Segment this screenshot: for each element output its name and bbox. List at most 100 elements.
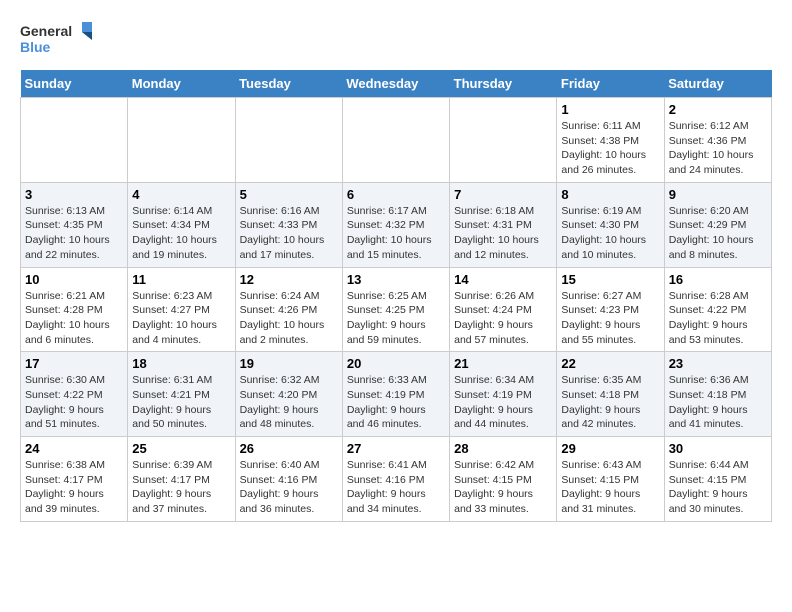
day-number: 27 (347, 441, 445, 456)
cell-info: Sunset: 4:27 PM (132, 303, 230, 318)
cell-info: Sunrise: 6:39 AM (132, 458, 230, 473)
calendar-cell: 17Sunrise: 6:30 AMSunset: 4:22 PMDayligh… (21, 352, 128, 437)
day-header-wednesday: Wednesday (342, 70, 449, 98)
cell-info: Sunset: 4:23 PM (561, 303, 659, 318)
cell-info: Sunset: 4:24 PM (454, 303, 552, 318)
cell-info: Daylight: 10 hours and 17 minutes. (240, 233, 338, 262)
cell-info: Sunset: 4:33 PM (240, 218, 338, 233)
cell-info: Sunset: 4:17 PM (132, 473, 230, 488)
calendar-cell: 8Sunrise: 6:19 AMSunset: 4:30 PMDaylight… (557, 182, 664, 267)
cell-info: Sunrise: 6:13 AM (25, 204, 123, 219)
cell-info: Sunrise: 6:43 AM (561, 458, 659, 473)
cell-info: Sunrise: 6:25 AM (347, 289, 445, 304)
calendar-cell (450, 98, 557, 183)
cell-info: Sunset: 4:38 PM (561, 134, 659, 149)
cell-info: Sunset: 4:30 PM (561, 218, 659, 233)
day-number: 4 (132, 187, 230, 202)
day-number: 17 (25, 356, 123, 371)
cell-info: Daylight: 9 hours and 33 minutes. (454, 487, 552, 516)
cell-info: Sunset: 4:34 PM (132, 218, 230, 233)
cell-info: Sunrise: 6:19 AM (561, 204, 659, 219)
cell-info: Daylight: 10 hours and 12 minutes. (454, 233, 552, 262)
cell-info: Sunset: 4:32 PM (347, 218, 445, 233)
cell-info: Sunset: 4:26 PM (240, 303, 338, 318)
day-number: 28 (454, 441, 552, 456)
cell-info: Sunrise: 6:18 AM (454, 204, 552, 219)
cell-info: Sunset: 4:15 PM (669, 473, 767, 488)
cell-info: Daylight: 9 hours and 55 minutes. (561, 318, 659, 347)
day-number: 6 (347, 187, 445, 202)
calendar-cell: 2Sunrise: 6:12 AMSunset: 4:36 PMDaylight… (664, 98, 771, 183)
cell-info: Sunrise: 6:44 AM (669, 458, 767, 473)
day-number: 9 (669, 187, 767, 202)
cell-info: Sunrise: 6:11 AM (561, 119, 659, 134)
calendar-table: SundayMondayTuesdayWednesdayThursdayFrid… (20, 70, 772, 522)
cell-info: Sunrise: 6:21 AM (25, 289, 123, 304)
day-number: 5 (240, 187, 338, 202)
day-number: 23 (669, 356, 767, 371)
calendar-cell: 4Sunrise: 6:14 AMSunset: 4:34 PMDaylight… (128, 182, 235, 267)
cell-info: Sunrise: 6:26 AM (454, 289, 552, 304)
calendar-cell: 19Sunrise: 6:32 AMSunset: 4:20 PMDayligh… (235, 352, 342, 437)
day-number: 10 (25, 272, 123, 287)
day-number: 25 (132, 441, 230, 456)
week-row-2: 3Sunrise: 6:13 AMSunset: 4:35 PMDaylight… (21, 182, 772, 267)
header-row: SundayMondayTuesdayWednesdayThursdayFrid… (21, 70, 772, 98)
calendar-cell: 25Sunrise: 6:39 AMSunset: 4:17 PMDayligh… (128, 437, 235, 522)
cell-info: Daylight: 9 hours and 44 minutes. (454, 403, 552, 432)
cell-info: Daylight: 10 hours and 2 minutes. (240, 318, 338, 347)
cell-info: Sunrise: 6:32 AM (240, 373, 338, 388)
cell-info: Sunrise: 6:38 AM (25, 458, 123, 473)
day-number: 20 (347, 356, 445, 371)
cell-info: Sunrise: 6:17 AM (347, 204, 445, 219)
cell-info: Sunrise: 6:36 AM (669, 373, 767, 388)
cell-info: Sunset: 4:15 PM (561, 473, 659, 488)
calendar-cell: 16Sunrise: 6:28 AMSunset: 4:22 PMDayligh… (664, 267, 771, 352)
svg-text:Blue: Blue (20, 39, 51, 55)
cell-info: Sunrise: 6:14 AM (132, 204, 230, 219)
cell-info: Daylight: 10 hours and 10 minutes. (561, 233, 659, 262)
cell-info: Sunset: 4:19 PM (347, 388, 445, 403)
cell-info: Daylight: 10 hours and 26 minutes. (561, 148, 659, 177)
calendar-cell: 1Sunrise: 6:11 AMSunset: 4:38 PMDaylight… (557, 98, 664, 183)
cell-info: Sunset: 4:15 PM (454, 473, 552, 488)
cell-info: Daylight: 9 hours and 51 minutes. (25, 403, 123, 432)
cell-info: Daylight: 10 hours and 4 minutes. (132, 318, 230, 347)
day-number: 22 (561, 356, 659, 371)
calendar-cell: 12Sunrise: 6:24 AMSunset: 4:26 PMDayligh… (235, 267, 342, 352)
calendar-cell: 21Sunrise: 6:34 AMSunset: 4:19 PMDayligh… (450, 352, 557, 437)
cell-info: Sunrise: 6:41 AM (347, 458, 445, 473)
day-number: 26 (240, 441, 338, 456)
cell-info: Sunset: 4:22 PM (669, 303, 767, 318)
calendar-cell: 20Sunrise: 6:33 AMSunset: 4:19 PMDayligh… (342, 352, 449, 437)
calendar-cell: 11Sunrise: 6:23 AMSunset: 4:27 PMDayligh… (128, 267, 235, 352)
day-number: 2 (669, 102, 767, 117)
day-number: 11 (132, 272, 230, 287)
day-header-saturday: Saturday (664, 70, 771, 98)
week-row-4: 17Sunrise: 6:30 AMSunset: 4:22 PMDayligh… (21, 352, 772, 437)
cell-info: Daylight: 9 hours and 46 minutes. (347, 403, 445, 432)
cell-info: Sunrise: 6:31 AM (132, 373, 230, 388)
calendar-cell: 14Sunrise: 6:26 AMSunset: 4:24 PMDayligh… (450, 267, 557, 352)
calendar-cell: 6 Sunrise: 6:17 AMSunset: 4:32 PMDaylight… (342, 182, 449, 267)
cell-info: Daylight: 9 hours and 57 minutes. (454, 318, 552, 347)
day-number: 16 (669, 272, 767, 287)
day-number: 21 (454, 356, 552, 371)
calendar-cell: 24Sunrise: 6:38 AMSunset: 4:17 PMDayligh… (21, 437, 128, 522)
cell-info: Daylight: 10 hours and 8 minutes. (669, 233, 767, 262)
cell-info: Daylight: 10 hours and 24 minutes. (669, 148, 767, 177)
day-number: 19 (240, 356, 338, 371)
day-number: 12 (240, 272, 338, 287)
day-number: 3 (25, 187, 123, 202)
logo: General Blue (20, 20, 100, 60)
calendar-cell: 10Sunrise: 6:21 AMSunset: 4:28 PMDayligh… (21, 267, 128, 352)
cell-info: Sunset: 4:31 PM (454, 218, 552, 233)
cell-info: Daylight: 9 hours and 42 minutes. (561, 403, 659, 432)
day-number: 24 (25, 441, 123, 456)
calendar-cell: 28Sunrise: 6:42 AMSunset: 4:15 PMDayligh… (450, 437, 557, 522)
calendar-cell (21, 98, 128, 183)
day-number: 7 (454, 187, 552, 202)
svg-text:General: General (20, 23, 72, 39)
calendar-cell: 22Sunrise: 6:35 AMSunset: 4:18 PMDayligh… (557, 352, 664, 437)
cell-info: Daylight: 10 hours and 15 minutes. (347, 233, 445, 262)
